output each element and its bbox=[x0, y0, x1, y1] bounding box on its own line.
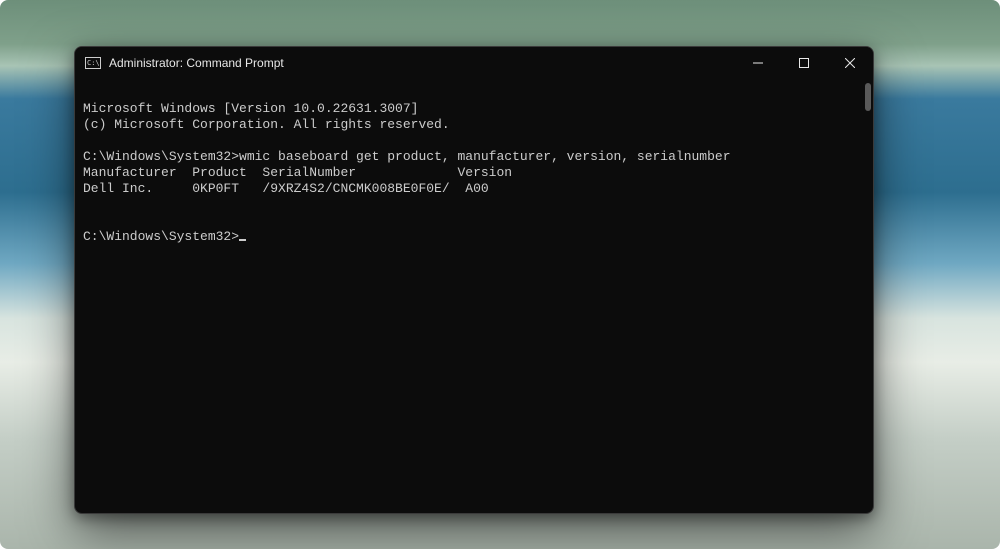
prompt-path: C:\Windows\System32> bbox=[83, 149, 239, 164]
titlebar[interactable]: C:\ Administrator: Command Prompt bbox=[75, 47, 873, 79]
output-data-row: Dell Inc. 0KP0FT /9XRZ4S2/CNCMK008BE0F0E… bbox=[83, 181, 489, 196]
scrollbar-thumb[interactable] bbox=[865, 83, 871, 111]
svg-text:C:\: C:\ bbox=[87, 59, 100, 67]
desktop-wallpaper: GEERER C:\ Administrator: Command Prompt bbox=[0, 0, 1000, 549]
close-button[interactable] bbox=[827, 47, 873, 79]
cmd-icon: C:\ bbox=[85, 57, 101, 69]
command-prompt-window: C:\ Administrator: Command Prompt Micros… bbox=[74, 46, 874, 514]
blank-line bbox=[83, 213, 91, 228]
prompt-command: wmic baseboard get product, manufacturer… bbox=[239, 149, 730, 164]
output-header-row: Manufacturer Product SerialNumber Versio… bbox=[83, 165, 512, 180]
window-title: Administrator: Command Prompt bbox=[109, 56, 284, 70]
text-cursor bbox=[239, 239, 246, 241]
prompt-path: C:\Windows\System32> bbox=[83, 229, 239, 244]
maximize-button[interactable] bbox=[781, 47, 827, 79]
terminal-area[interactable]: Microsoft Windows [Version 10.0.22631.30… bbox=[75, 79, 873, 513]
prompt-line-1: C:\Windows\System32>wmic baseboard get p… bbox=[83, 149, 731, 164]
os-version-line: Microsoft Windows [Version 10.0.22631.30… bbox=[83, 101, 418, 116]
blank-line bbox=[83, 197, 91, 212]
prompt-line-2: C:\Windows\System32> bbox=[83, 229, 246, 244]
copyright-line: (c) Microsoft Corporation. All rights re… bbox=[83, 117, 450, 132]
blank-line bbox=[83, 133, 91, 148]
minimize-button[interactable] bbox=[735, 47, 781, 79]
